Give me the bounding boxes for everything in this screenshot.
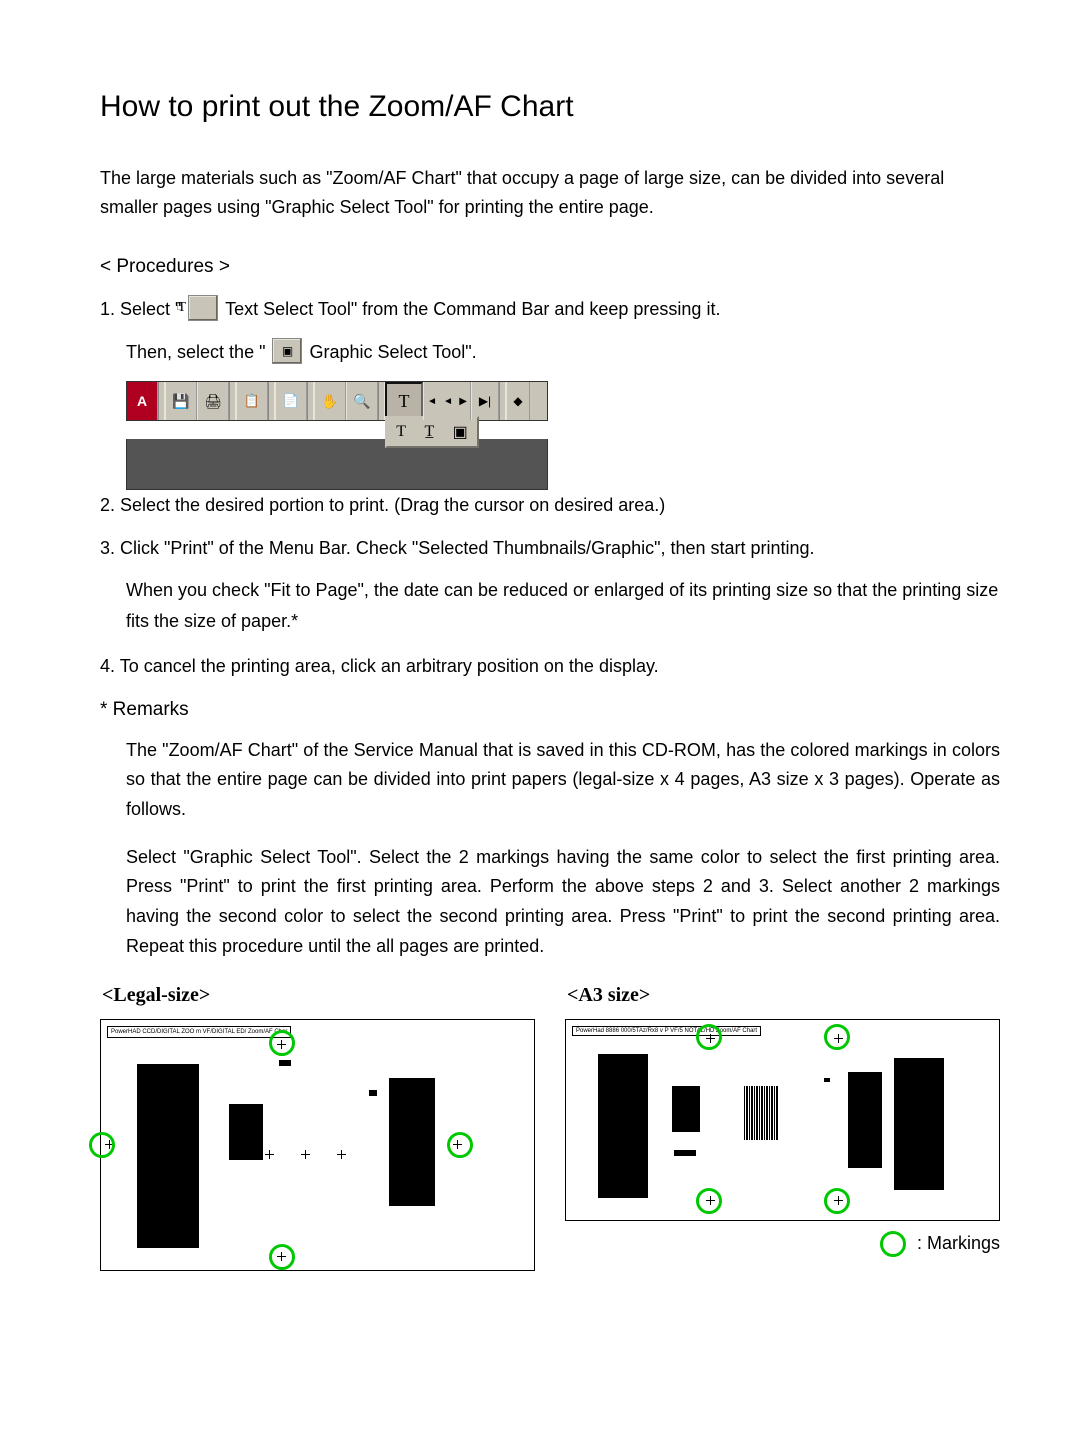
intro-paragraph: The large materials such as "Zoom/AF Cha… [100, 164, 1000, 222]
text-select-sub-icon[interactable]: T [396, 423, 406, 441]
figures-row: <Legal-size> PowerHAD CCD/DIGITAL ZOO m … [100, 979, 1000, 1271]
text-select-tool-icon: T□ [188, 295, 218, 321]
chart-bar [229, 1104, 263, 1160]
remarks-p2: Select "Graphic Select Tool". Select the… [100, 843, 1000, 962]
toolbar-separator [268, 382, 275, 420]
figure-a3-title: <A3 size> [567, 979, 1000, 1011]
clipboard-icon[interactable]: 📋 [236, 382, 268, 420]
color-marking [89, 1132, 115, 1158]
toolbar-separator [499, 382, 506, 420]
toolbar-separator [229, 382, 236, 420]
step-1-text-c: Then, select the " [126, 342, 265, 362]
chart-tick [279, 1060, 291, 1066]
print-icon[interactable]: 🖨 [197, 382, 229, 420]
step-4: 4. To cancel the printing area, click an… [100, 651, 1000, 682]
remarks-heading: * Remarks [100, 695, 1000, 725]
figure-legal-header: PowerHAD CCD/DIGITAL ZOO m VF/DIGITAL ED… [107, 1026, 291, 1038]
color-marking [696, 1024, 722, 1050]
step-1-text-b: Text Select Tool" from the Command Bar a… [225, 299, 720, 319]
remarks-p1: The "Zoom/AF Chart" of the Service Manua… [100, 736, 1000, 825]
step-1-text-d: Graphic Select Tool". [310, 342, 477, 362]
figure-legal-frame: PowerHAD CCD/DIGITAL ZOO m VF/DIGITAL ED… [100, 1019, 535, 1271]
copy-icon[interactable]: 📄 [275, 382, 307, 420]
hand-icon[interactable]: ✋ [314, 382, 346, 420]
toolbar-separator [307, 382, 314, 420]
figure-a3-frame: PowerHad 8886 000/5TAz/Rx8 v P VF/5 NOTA… [565, 1019, 1000, 1221]
cross-mark [337, 1150, 346, 1159]
chart-tick [674, 1150, 696, 1156]
adobe-logo-icon[interactable]: A [127, 382, 158, 420]
color-marking [269, 1030, 295, 1056]
chart-tick [824, 1078, 830, 1082]
toolbar-separator [378, 382, 385, 420]
figure-a3-header: PowerHad 8886 000/5TAz/Rx8 v P VF/5 NOTA… [572, 1026, 761, 1036]
step-1-text-a: 1. Select " [100, 299, 181, 319]
color-marking [447, 1132, 473, 1158]
barcode-block [744, 1086, 804, 1140]
step-3: 3. Click "Print" of the Menu Bar. Check … [100, 533, 1000, 564]
toolbar-row: A 💾 🖨 📋 📄 ✋ 🔍 T T T̲ ▣ ◄ ◄ [126, 381, 548, 421]
chart-tick [369, 1090, 377, 1096]
figure-legal: <Legal-size> PowerHAD CCD/DIGITAL ZOO m … [100, 979, 535, 1271]
nav-group: ◄ ◄ ▶ [423, 382, 471, 420]
procedures-heading: < Procedures > [100, 252, 1000, 282]
markings-legend: : Markings [565, 1231, 1000, 1257]
chart-bar [894, 1058, 944, 1190]
step-1: 1. Select " T□ Text Select Tool" from th… [100, 294, 1000, 325]
toolbar-separator [158, 382, 165, 420]
glyph-T: T□ [192, 299, 214, 317]
text-column-icon[interactable]: T̲ [424, 423, 434, 441]
next-page-icon[interactable]: ▶ [459, 396, 467, 407]
toolbar-document-area [126, 439, 548, 490]
first-page-icon[interactable]: ◄ [427, 396, 437, 407]
back-arrow-icon[interactable]: ◆ [506, 382, 530, 420]
graphic-select-tool-icon: ▣ [272, 338, 302, 364]
chart-bar [598, 1054, 648, 1198]
color-marking [696, 1188, 722, 1214]
step-3-sub: When you check "Fit to Page", the date c… [100, 575, 1000, 636]
prev-page-icon[interactable]: ◄ [443, 396, 453, 407]
forward-end-icon[interactable]: ▶| [471, 382, 499, 420]
command-bar: A 💾 🖨 📋 📄 ✋ 🔍 T T T̲ ▣ ◄ ◄ [126, 381, 1000, 421]
markings-legend-label: : Markings [917, 1233, 1000, 1253]
glyph-graphic: ▣ [276, 342, 298, 360]
text-select-icon[interactable]: T T T̲ ▣ [385, 382, 423, 420]
chart-bar [848, 1072, 882, 1168]
marking-ring-icon [880, 1231, 906, 1257]
save-icon[interactable]: 💾 [165, 382, 197, 420]
step-2: 2. Select the desired portion to print. … [100, 490, 1000, 521]
chart-bar [672, 1086, 700, 1132]
chart-bar [389, 1078, 435, 1206]
figure-a3: <A3 size> PowerHad 8886 000/5TAz/Rx8 v P… [565, 979, 1000, 1271]
chart-bar [137, 1064, 199, 1248]
graphic-select-icon[interactable]: ▣ [453, 422, 468, 442]
step-1-sub: Then, select the " ▣ Graphic Select Tool… [100, 337, 1000, 368]
color-marking [269, 1244, 295, 1270]
zoom-icon[interactable]: 🔍 [346, 382, 378, 420]
page-title: How to print out the Zoom/AF Chart [100, 90, 1000, 124]
color-marking [824, 1188, 850, 1214]
color-marking [824, 1024, 850, 1050]
cross-mark [301, 1150, 310, 1159]
select-tool-dropdown[interactable]: T T̲ ▣ [385, 416, 479, 448]
cross-mark [265, 1150, 274, 1159]
figure-legal-title: <Legal-size> [102, 979, 535, 1011]
